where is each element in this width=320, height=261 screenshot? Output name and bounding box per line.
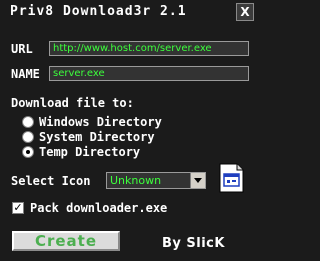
unknown-file-icon	[219, 163, 244, 193]
url-input[interactable]	[49, 41, 249, 56]
radio-button[interactable]	[22, 131, 34, 143]
url-label: URL	[11, 42, 33, 56]
title-bar[interactable]: Priv8 Download3r 2.1 X	[0, 0, 261, 30]
pack-label: Pack downloader.exe	[30, 201, 168, 215]
close-button[interactable]: X	[236, 3, 254, 21]
create-button[interactable]: Create	[12, 231, 120, 251]
icon-select-value: Unknown	[110, 174, 162, 187]
radio-label: Temp Directory	[39, 145, 141, 159]
radio-button[interactable]	[22, 116, 34, 128]
select-icon-label: Select Icon	[11, 174, 91, 188]
pack-checkbox[interactable]: ✓	[12, 202, 24, 214]
radio-label: System Directory	[39, 130, 155, 144]
name-label: NAME	[11, 67, 40, 81]
radio-label: Windows Directory	[39, 115, 162, 129]
window-title: Priv8 Download3r 2.1	[10, 4, 187, 19]
app-window: Priv8 Download3r 2.1 X URL NAME Download…	[0, 0, 261, 261]
radio-button-checked[interactable]	[22, 146, 34, 158]
name-input[interactable]	[49, 66, 249, 81]
chevron-down-icon[interactable]	[190, 173, 205, 188]
download-heading: Download file to:	[11, 96, 134, 110]
author-credit: By SlicK	[162, 236, 225, 251]
icon-select[interactable]: Unknown	[106, 172, 206, 189]
